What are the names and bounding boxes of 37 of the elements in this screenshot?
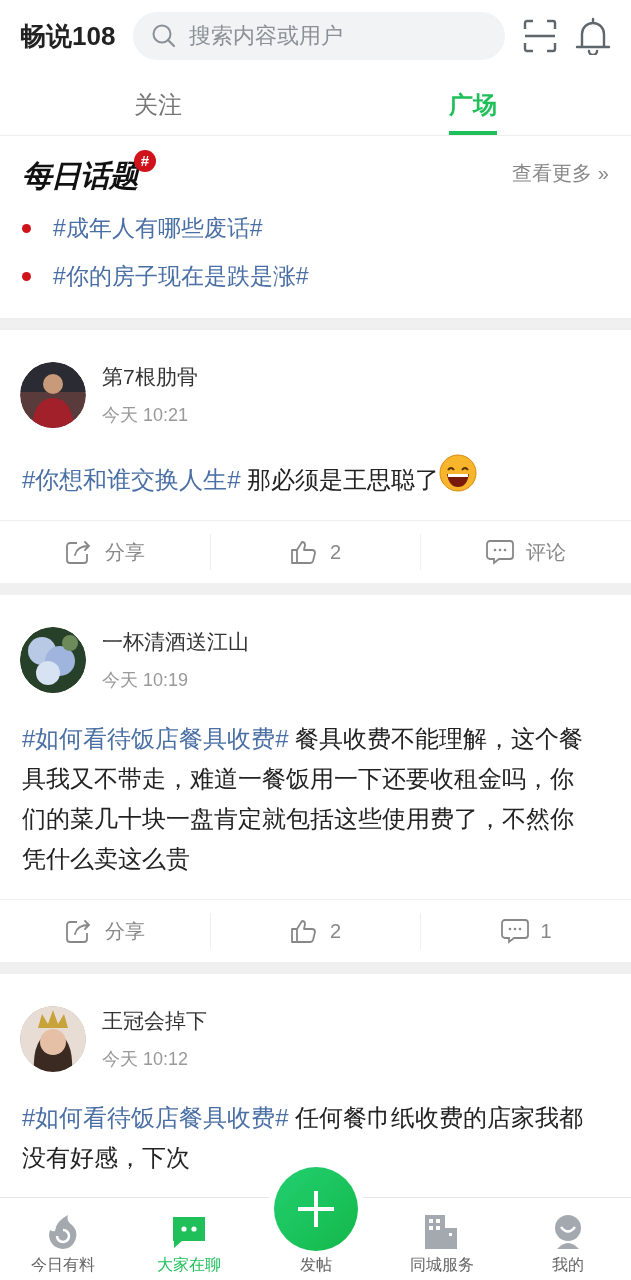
search-input[interactable]: 搜索内容或用户 (187, 22, 491, 50)
comment-icon (500, 918, 529, 944)
post-time: 今天 10:21 (102, 404, 190, 427)
post-text: #如何看待饭店餐具收费# 餐具收费不能理解，这个餐具我又不带走，难道一餐饭用一下还要收租金吗，你们的菜几十块一盘肯定就包括这些使用费了，不然你凭什么卖这么贵 (21, 724, 585, 874)
post-time: 今天 10:12 (102, 1048, 190, 1071)
author-name[interactable]: 第7根肋骨 (102, 363, 198, 391)
bell-icon[interactable] (575, 17, 611, 55)
post-text: #你想和谁交换人生# 那必须是王思聪了 (0, 428, 631, 520)
share-icon (64, 918, 93, 944)
thumbs-up-icon (289, 539, 318, 565)
scan-icon[interactable] (523, 19, 557, 53)
topic-link[interactable]: #如何看待饭店餐具收费# (22, 1104, 289, 1131)
post-time: 今天 10:19 (102, 669, 190, 692)
feed-tab[interactable]: 关注 (133, 72, 182, 135)
topic-link[interactable]: #你的房子现在是跌是涨# (53, 260, 309, 292)
search-bar[interactable]: 搜索内容或用户 (133, 12, 505, 60)
author-name[interactable]: 一杯清酒送江山 (102, 628, 249, 656)
topic-link[interactable]: #成年人有哪些废话# (53, 212, 263, 244)
laughing-emoji-icon (439, 454, 478, 492)
comment-button[interactable]: 1 (421, 913, 631, 949)
share-icon (64, 539, 93, 565)
see-more-link[interactable]: 查看更多 » (512, 159, 609, 187)
thumbs-up-icon (289, 918, 318, 944)
topic-link[interactable]: #如何看待饭店餐具收费# (22, 725, 289, 752)
app-title: 畅说108 (20, 19, 116, 53)
comment-icon (486, 539, 515, 565)
like-button[interactable]: 2 (209, 534, 422, 570)
nav-tab[interactable]: 我的 (504, 1213, 631, 1276)
share-button[interactable]: 分享 (0, 913, 210, 949)
like-button[interactable]: 2 (209, 913, 422, 949)
nav-tab[interactable]: 今日有料 (0, 1213, 127, 1276)
share-button[interactable]: 分享 (0, 534, 210, 570)
comment-button[interactable]: 评论 (421, 534, 631, 570)
topic-link[interactable]: #你想和谁交换人生# (22, 466, 241, 493)
search-icon (151, 23, 178, 49)
author-name[interactable]: 王冠会掉下 (102, 1007, 207, 1035)
nav-tab[interactable]: 同城服务 (378, 1213, 505, 1276)
